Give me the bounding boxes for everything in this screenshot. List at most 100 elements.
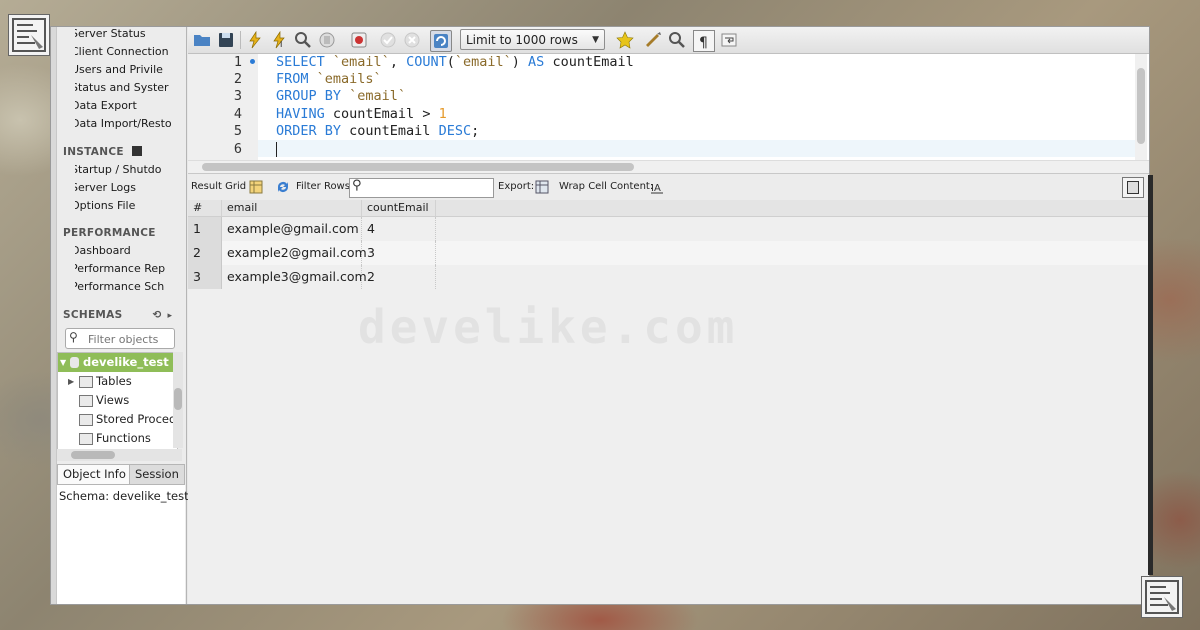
- sql-editor[interactable]: 1 2 3 4 5 6 SELECT `email`, COUNT(`email…: [188, 54, 1149, 173]
- wrap-cell-label: Wrap Cell Content:: [559, 181, 654, 192]
- tab-label: Object Info: [63, 467, 126, 481]
- editor-hscrollbar[interactable]: [188, 160, 1149, 173]
- nav-client-connections[interactable]: Client Connection: [75, 43, 185, 61]
- toolbar-separator: [240, 31, 241, 49]
- nav-status-variables[interactable]: Status and Syster: [75, 79, 185, 97]
- expand-arrow-icon[interactable]: ▶: [68, 372, 74, 391]
- execute-button[interactable]: [245, 30, 265, 50]
- execute-current-button[interactable]: I: [269, 30, 289, 50]
- column-header-index[interactable]: #: [188, 200, 222, 216]
- instance-section-title: INSTANCE: [63, 146, 142, 158]
- functions-icon: [79, 433, 93, 445]
- tree-item-functions[interactable]: Functions: [58, 429, 177, 448]
- nav-label: Data Import/Resto: [75, 117, 172, 130]
- autocommit-toggle-button[interactable]: [430, 30, 452, 52]
- cell-email[interactable]: example3@gmail.com: [222, 265, 367, 289]
- editor-vscrollbar[interactable]: [1135, 54, 1147, 162]
- toggle-side-panel-button[interactable]: [1122, 177, 1144, 198]
- svg-text:¶: ¶: [699, 35, 708, 51]
- scrollbar-thumb[interactable]: [1137, 68, 1145, 144]
- chevron-down-icon: ▼: [592, 35, 599, 45]
- table-row[interactable]: 1 example@gmail.com 4: [188, 217, 1149, 241]
- explain-button[interactable]: [293, 30, 313, 50]
- schema-develike-test[interactable]: ▼ develike_test: [58, 353, 177, 372]
- cell-email[interactable]: example@gmail.com: [222, 217, 362, 241]
- expand-arrow-icon[interactable]: ▼: [60, 353, 66, 372]
- develike-logo: [8, 14, 50, 56]
- nav-performance-reports[interactable]: Performance Rep: [75, 260, 185, 278]
- nav-startup-shutdown[interactable]: Startup / Shutdo: [75, 161, 185, 179]
- schema-filter-field[interactable]: ⚲: [65, 328, 176, 349]
- invisible-chars-button[interactable]: ¶: [693, 30, 715, 52]
- tree-item-tables[interactable]: ▶ Tables: [58, 372, 177, 391]
- statement-marker-icon: [250, 59, 255, 64]
- code-line-2: FROM `emails`: [276, 71, 382, 87]
- result-grid: # email countEmail 1 example@gmail.com 4…: [188, 200, 1149, 604]
- tables-icon: [79, 376, 93, 388]
- svg-text:IA: IA: [651, 183, 661, 194]
- beautify-button[interactable]: [643, 30, 663, 50]
- filter-rows-input[interactable]: ⚲: [349, 178, 494, 198]
- nav-data-export[interactable]: Data Export: [75, 97, 185, 115]
- limit-rows-select[interactable]: Limit to 1000 rows ▼: [460, 29, 605, 50]
- current-line-highlight: [258, 140, 1135, 157]
- table-row[interactable]: 2 example2@gmail.com 3: [188, 241, 1149, 265]
- watermark-text: develike.com: [358, 300, 739, 354]
- result-grid-icon[interactable]: [248, 179, 264, 195]
- column-header-countemail[interactable]: countEmail: [362, 200, 436, 216]
- commit-button[interactable]: [378, 30, 398, 50]
- table-row[interactable]: 3 example3@gmail.com 2: [188, 265, 1149, 289]
- sql-editor-area: I Limit to 1000 rows ▼ ¶ 1 2 3 4 5 6 SEL…: [188, 27, 1149, 604]
- section-title-text: PERFORMANCE: [63, 227, 156, 239]
- cell-email[interactable]: example2@gmail.com: [222, 241, 367, 265]
- find-button[interactable]: [667, 30, 687, 50]
- nav-data-import[interactable]: Data Import/Resto: [75, 115, 185, 133]
- code-line-3: GROUP BY `email`: [276, 88, 407, 104]
- add-snippet-button[interactable]: [615, 30, 635, 50]
- column-header-email[interactable]: email: [222, 200, 362, 216]
- filter-rows-label: Filter Rows:: [296, 181, 354, 192]
- schema-tree: ▼ develike_test ▶ Tables Views Stored Pr…: [57, 352, 178, 450]
- cell-countemail[interactable]: 3: [362, 241, 436, 265]
- tab-session[interactable]: Session: [129, 464, 185, 484]
- refresh-icon[interactable]: [275, 179, 291, 195]
- database-icon: [70, 357, 79, 368]
- section-title-text: SCHEMAS: [63, 309, 123, 321]
- schema-tree-vscrollbar[interactable]: [173, 352, 183, 448]
- tree-item-stored-procedures[interactable]: Stored Proced: [58, 410, 177, 429]
- toggle-continue-on-error-button[interactable]: [349, 30, 369, 50]
- cell-countemail[interactable]: 4: [362, 217, 436, 241]
- rollback-button[interactable]: [402, 30, 422, 50]
- stop-button[interactable]: [317, 30, 337, 50]
- schema-info-text: Schema: develike_test: [59, 489, 189, 503]
- instance-settings-icon[interactable]: [131, 146, 142, 156]
- nav-label: Status and Syster: [75, 81, 169, 94]
- nav-users-privileges[interactable]: Users and Privile: [75, 61, 185, 79]
- nav-options-file[interactable]: Options File: [75, 197, 185, 215]
- wrap-lines-button[interactable]: [719, 30, 739, 50]
- wrap-cell-icon[interactable]: IA: [649, 179, 665, 195]
- save-button[interactable]: [216, 30, 236, 50]
- schema-tree-hscrollbar[interactable]: [57, 449, 182, 461]
- export-icon[interactable]: [534, 179, 550, 195]
- nav-label: Performance Rep: [75, 262, 166, 275]
- open-file-button[interactable]: [192, 30, 212, 50]
- tree-item-views[interactable]: Views: [58, 391, 177, 410]
- nav-performance-schema[interactable]: Performance Sch: [75, 278, 185, 296]
- views-icon: [79, 395, 93, 407]
- result-grid-label[interactable]: Result Grid: [191, 174, 246, 200]
- code-line-5: ORDER BY countEmail DESC;: [276, 123, 480, 139]
- tab-object-info[interactable]: Object Info: [57, 464, 132, 484]
- nav-server-status[interactable]: Server Status: [75, 27, 185, 43]
- nav-server-logs[interactable]: Server Logs: [75, 179, 185, 197]
- refresh-schemas-icon[interactable]: ⟲: [152, 309, 161, 321]
- schema-filter-input[interactable]: [86, 330, 176, 349]
- cell-countemail[interactable]: 2: [362, 265, 436, 289]
- scrollbar-thumb[interactable]: [174, 388, 182, 410]
- scrollbar-thumb[interactable]: [71, 451, 115, 459]
- collapse-schemas-icon[interactable]: ▸: [168, 311, 173, 321]
- scrollbar-thumb[interactable]: [202, 163, 634, 171]
- line-number: 4: [233, 106, 242, 122]
- nav-dashboard[interactable]: Dashboard: [75, 242, 185, 260]
- tab-label: Session: [135, 467, 179, 481]
